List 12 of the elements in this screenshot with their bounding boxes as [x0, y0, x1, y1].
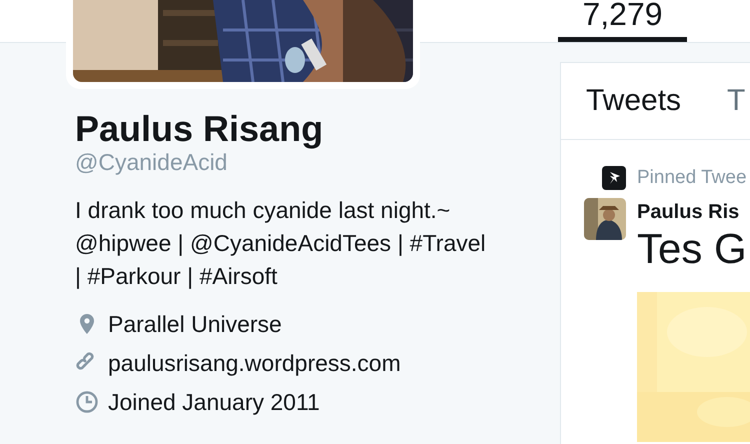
clock-icon — [75, 390, 99, 414]
pinned-label: Pinned Twee — [637, 166, 748, 190]
profile-bio: I drank too much cyanide last night.~ @hipwee | @CyanideAcidTees | #Travel | #Parkour | #Airsoft — [75, 196, 487, 291]
tweet-text: Tes G — [637, 224, 748, 274]
pin-icon — [602, 166, 626, 190]
website-link[interactable]: paulusrisang.wordpress.com — [108, 350, 401, 376]
profile-name: Paulus Risang — [75, 109, 324, 149]
timeline-tab[interactable]: T — [727, 84, 746, 118]
join-date: Joined January 2011 — [108, 388, 320, 416]
stat-tab[interactable]: 7,279 — [558, 0, 687, 42]
timeline-tab[interactable]: Tweets — [586, 84, 682, 118]
location-text: Parallel Universe — [108, 310, 282, 338]
